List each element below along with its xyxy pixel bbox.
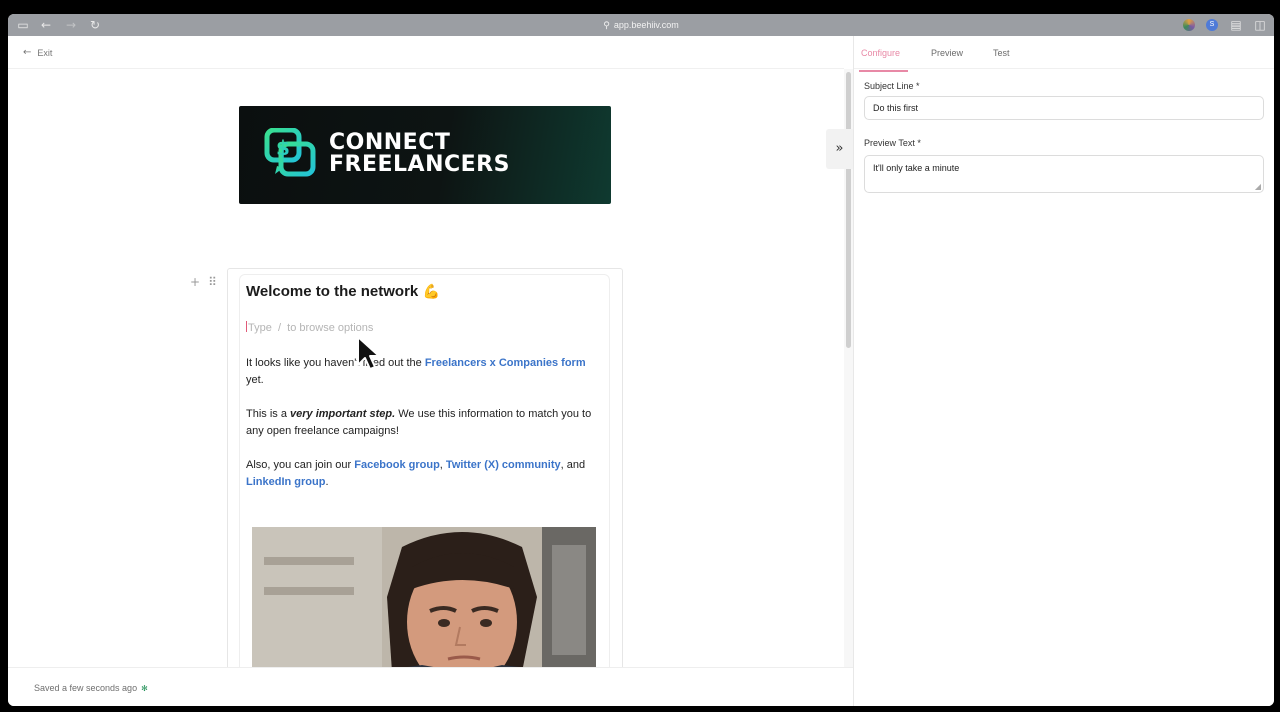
preview-text-value: It'll only take a minute	[873, 163, 960, 173]
tab-configure[interactable]: Configure	[861, 48, 900, 58]
header-banner[interactable]: $ CONNECT FREELANCERS	[239, 106, 611, 204]
exit-button[interactable]: ← Exit	[23, 47, 52, 58]
banner-line-1: CONNECT	[329, 130, 451, 155]
panel-tabs: Configure Preview Test	[854, 36, 1274, 69]
preview-text-textarea[interactable]: It'll only take a minute ◢	[864, 155, 1264, 193]
email-canvas: $ CONNECT FREELANCERS	[8, 69, 844, 667]
collapse-panel-button[interactable]: »	[826, 129, 853, 169]
dollar-chat-logo-icon: $	[264, 128, 316, 177]
editor-footer: Saved a few seconds ago ✻	[8, 667, 853, 706]
resize-handle-icon[interactable]: ◢	[1255, 182, 1261, 191]
address-bar[interactable]: ⚲ app.beehiiv.com	[8, 18, 1274, 33]
subject-line-label: Subject Line *	[864, 81, 920, 91]
subject-line-input[interactable]: Do this first	[864, 96, 1264, 120]
saved-indicator-icon: ✻	[141, 684, 148, 693]
browser-toolbar: ▭ ← → ↻ ⚲ app.beehiiv.com S ▤ ◫	[8, 14, 1274, 36]
active-tab-indicator	[859, 70, 908, 72]
reader-icon[interactable]: ▤	[1229, 18, 1243, 32]
browser-window: ▭ ← → ↻ ⚲ app.beehiiv.com S ▤ ◫ ← Exit $…	[8, 14, 1274, 706]
banner-wordmark: CONNECT FREELANCERS	[329, 132, 510, 176]
split-view-icon[interactable]: ◫	[1253, 18, 1267, 32]
logo-glyph: $	[276, 136, 290, 160]
preview-text-label: Preview Text *	[864, 138, 921, 148]
arrow-left-icon: ←	[23, 47, 32, 58]
editor-app: ← Exit $ CONNECT FREELANCERS + ⠿ Welcome…	[8, 36, 1274, 706]
extension-icon[interactable]	[1183, 19, 1195, 31]
tab-test[interactable]: Test	[993, 48, 1010, 58]
tab-preview[interactable]: Preview	[931, 48, 963, 58]
exit-label: Exit	[37, 47, 53, 58]
url-text: app.beehiiv.com	[613, 20, 679, 30]
banner-line-2: FREELANCERS	[329, 152, 510, 177]
profile-avatar[interactable]: S	[1206, 19, 1218, 31]
link-icon: ⚲	[603, 21, 610, 31]
save-status: Saved a few seconds ago ✻	[34, 683, 148, 693]
settings-panel: Configure Preview Test Subject Line * Do…	[853, 36, 1274, 706]
canvas-scrollbar-thumb[interactable]	[846, 72, 851, 348]
save-status-text: Saved a few seconds ago	[34, 683, 138, 693]
